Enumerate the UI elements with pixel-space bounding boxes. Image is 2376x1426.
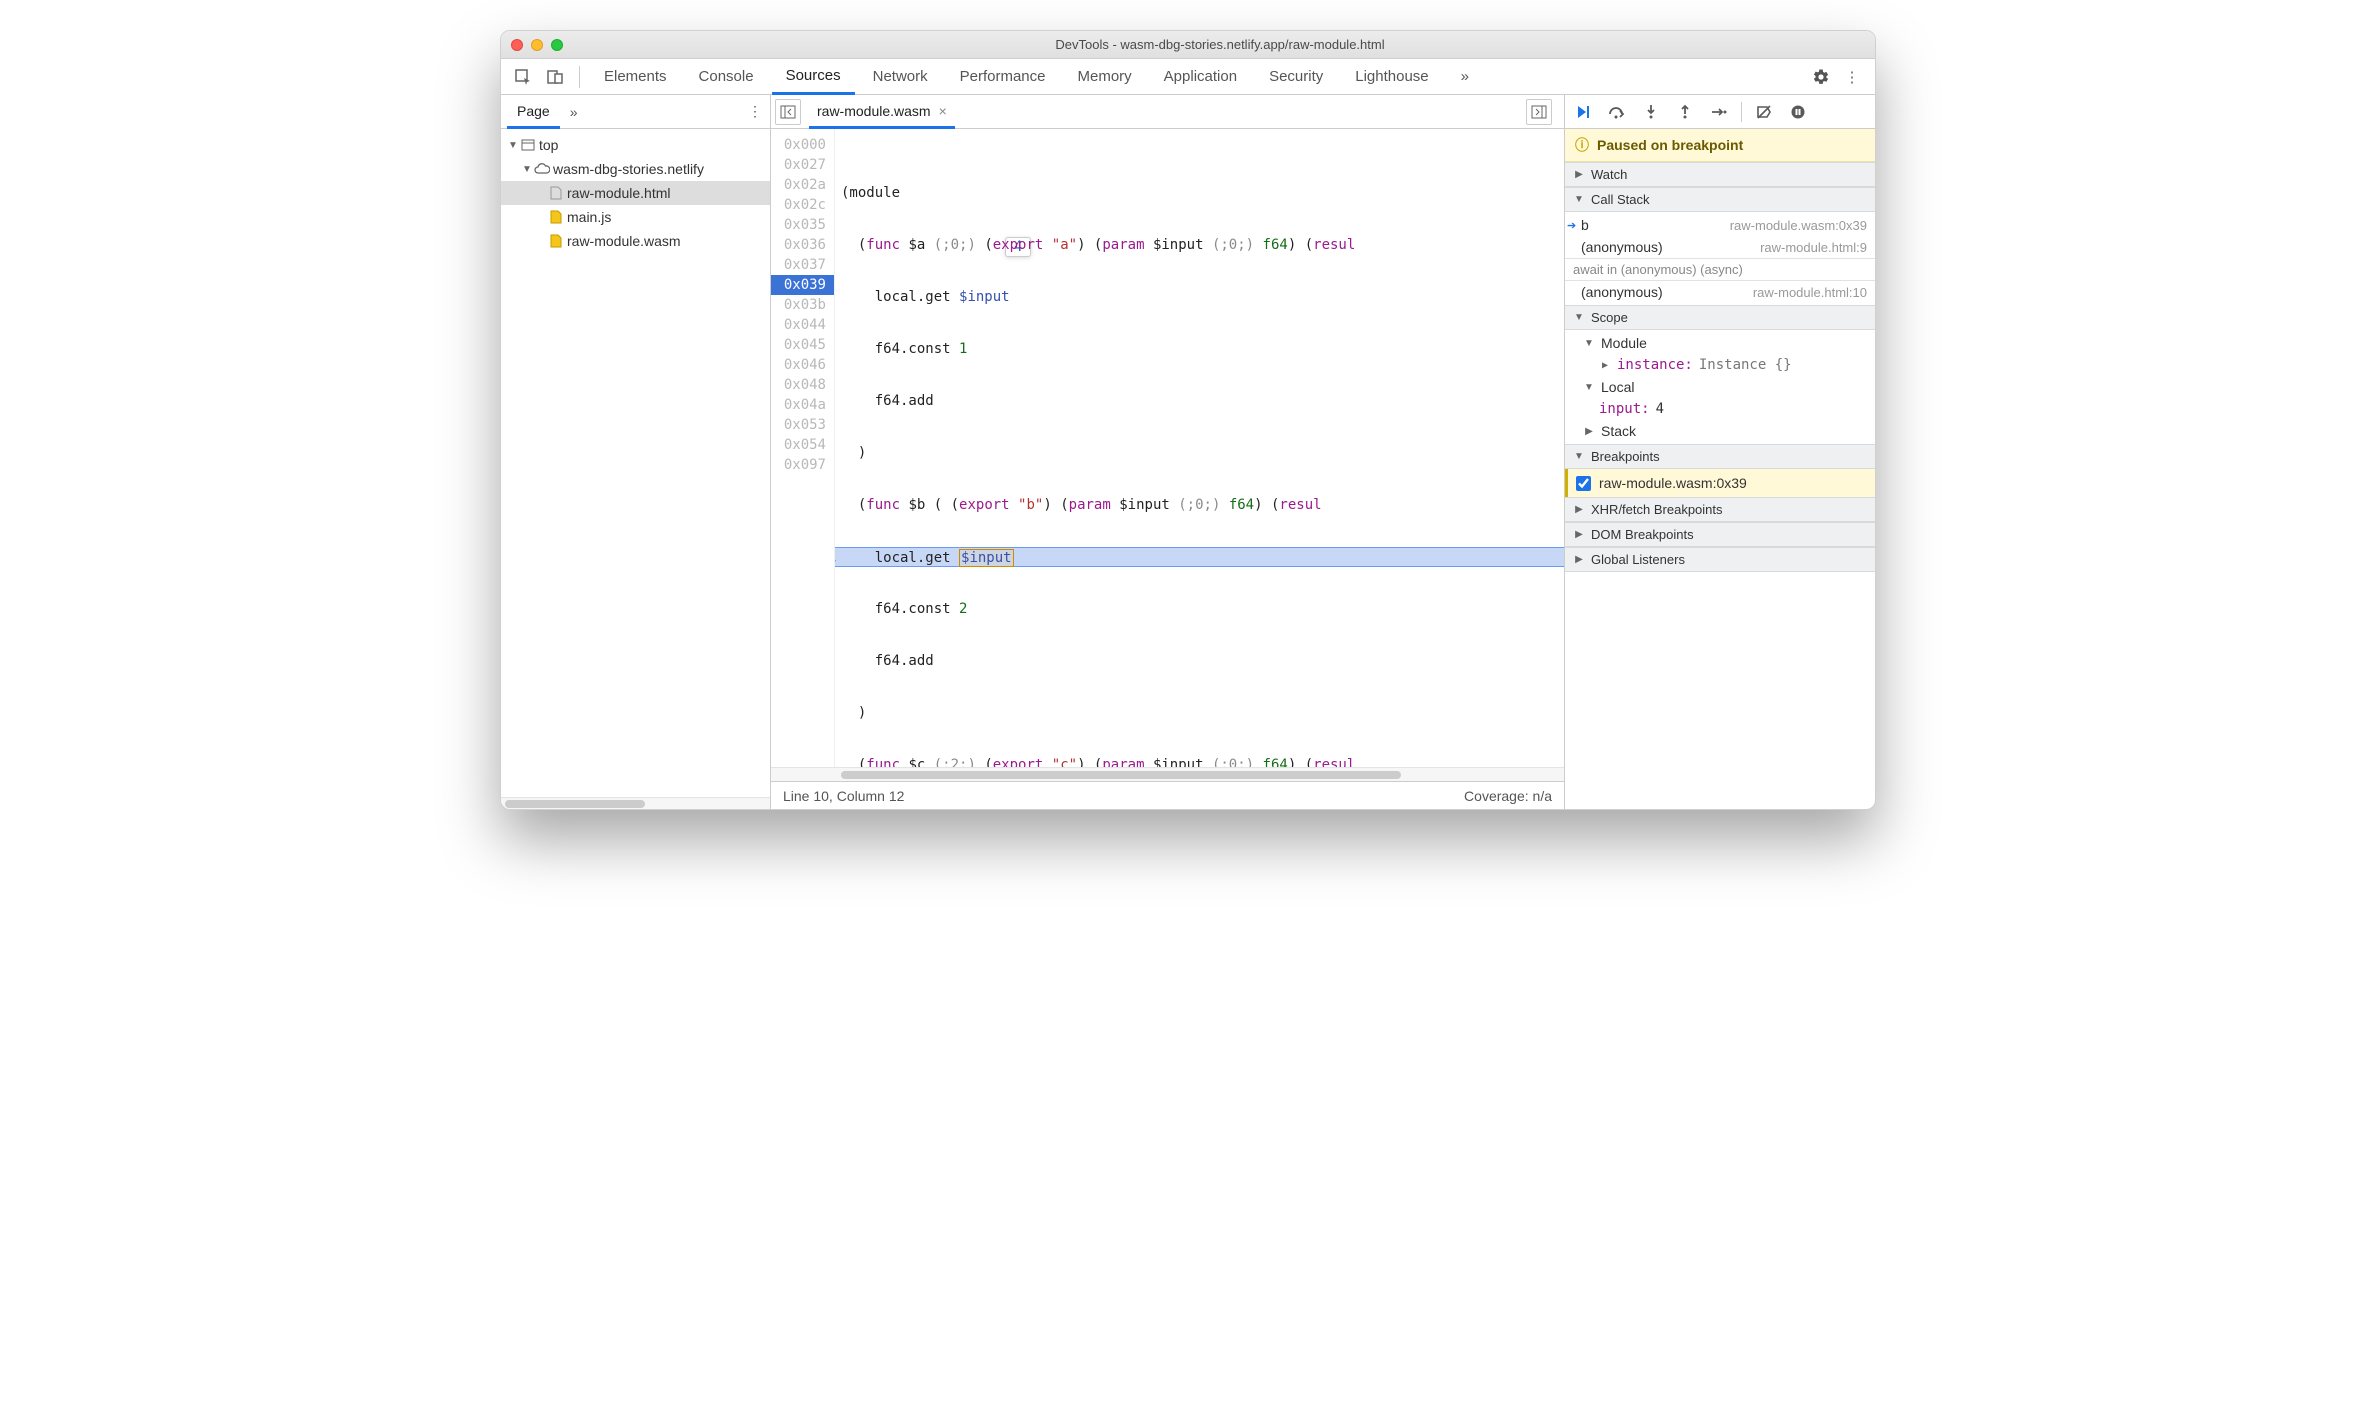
gutter[interactable]: 0x000 0x027 0x02a 0x02c 0x035 0x036 0x03… bbox=[771, 129, 835, 767]
panel-tabs: Elements Console Sources Network Perform… bbox=[501, 59, 1875, 95]
scope-section-header[interactable]: ▼Scope bbox=[1565, 305, 1875, 330]
debugger-panel: ⓘ Paused on breakpoint ▶Watch ▼Call Stac… bbox=[1565, 95, 1875, 809]
settings-gear-icon[interactable] bbox=[1807, 63, 1835, 91]
breakpoints-section-header[interactable]: ▼Breakpoints bbox=[1565, 444, 1875, 469]
devtools-window: DevTools - wasm-dbg-stories.netlify.app/… bbox=[500, 30, 1876, 810]
scope-instance[interactable]: ▶instance: Instance {} bbox=[1565, 354, 1875, 376]
minimize-window-button[interactable] bbox=[531, 39, 543, 51]
window-icon bbox=[519, 139, 537, 151]
code-editor[interactable]: 0x000 0x027 0x02a 0x02c 0x035 0x036 0x03… bbox=[771, 129, 1564, 767]
tree-file-raw-module-wasm[interactable]: raw-module.wasm bbox=[501, 229, 770, 253]
tab-memory[interactable]: Memory bbox=[1064, 59, 1146, 95]
tab-application[interactable]: Application bbox=[1150, 59, 1251, 95]
breakpoint-item[interactable]: raw-module.wasm:0x39 bbox=[1565, 469, 1875, 497]
wasm-file-icon bbox=[547, 234, 565, 248]
callstack-section-header[interactable]: ▼Call Stack bbox=[1565, 187, 1875, 212]
coverage-status: Coverage: n/a bbox=[1464, 788, 1552, 804]
titlebar: DevTools - wasm-dbg-stories.netlify.app/… bbox=[501, 31, 1875, 59]
step-button[interactable] bbox=[1707, 100, 1731, 124]
callstack-frame[interactable]: (anonymous) raw-module.html:9 bbox=[1565, 236, 1875, 258]
paused-banner: ⓘ Paused on breakpoint bbox=[1565, 129, 1875, 162]
scope-local[interactable]: ▼Local bbox=[1565, 376, 1875, 398]
navigator-sidebar: Page » ⋮ ▼ top ▼ wasm-dbg-stories.netlif… bbox=[501, 95, 771, 809]
tab-elements[interactable]: Elements bbox=[590, 59, 681, 95]
tree-node-domain[interactable]: ▼ wasm-dbg-stories.netlify bbox=[501, 157, 770, 181]
maximize-window-button[interactable] bbox=[551, 39, 563, 51]
tab-performance[interactable]: Performance bbox=[946, 59, 1060, 95]
navigator-more-icon[interactable]: ⋮ bbox=[748, 103, 764, 120]
cloud-icon bbox=[533, 163, 551, 175]
inspect-element-icon[interactable] bbox=[509, 63, 537, 91]
tab-network[interactable]: Network bbox=[859, 59, 942, 95]
editor-status-bar: Line 10, Column 12 Coverage: n/a bbox=[771, 781, 1564, 809]
tree-file-raw-module-html[interactable]: raw-module.html bbox=[501, 181, 770, 205]
editor-panel: raw-module.wasm × 0x000 0x027 0x02a 0x02… bbox=[771, 95, 1565, 809]
close-window-button[interactable] bbox=[511, 39, 523, 51]
step-into-button[interactable] bbox=[1639, 100, 1663, 124]
tree-file-main-js[interactable]: main.js bbox=[501, 205, 770, 229]
js-file-icon bbox=[547, 210, 565, 224]
dom-breakpoints-header[interactable]: ▶DOM Breakpoints bbox=[1565, 522, 1875, 547]
pause-on-exceptions-button[interactable] bbox=[1786, 100, 1810, 124]
close-tab-icon[interactable]: × bbox=[939, 103, 947, 119]
deactivate-breakpoints-button[interactable] bbox=[1752, 100, 1776, 124]
editor-tab-file[interactable]: raw-module.wasm × bbox=[809, 95, 955, 129]
callstack-async-divider: await in (anonymous) (async) bbox=[1565, 258, 1875, 281]
show-navigator-icon[interactable] bbox=[775, 99, 801, 125]
navigator-tabs: Page » ⋮ bbox=[501, 95, 770, 129]
scope-body: ▼Module ▶instance: Instance {} ▼Local in… bbox=[1565, 330, 1875, 444]
traffic-lights bbox=[511, 39, 563, 51]
scope-stack[interactable]: ▶Stack bbox=[1565, 420, 1875, 442]
debugger-toolbar bbox=[1565, 95, 1875, 129]
execution-arrow-icon: ▶ bbox=[835, 550, 836, 570]
file-tree: ▼ top ▼ wasm-dbg-stories.netlify raw-mod… bbox=[501, 129, 770, 797]
tab-security[interactable]: Security bbox=[1255, 59, 1337, 95]
editor-tabs: raw-module.wasm × bbox=[771, 95, 1564, 129]
sidebar-scrollbar[interactable] bbox=[501, 797, 770, 809]
window-title: DevTools - wasm-dbg-stories.netlify.app/… bbox=[575, 37, 1865, 52]
device-toolbar-icon[interactable] bbox=[541, 63, 569, 91]
editor-scrollbar[interactable] bbox=[771, 767, 1564, 781]
callstack-body: b raw-module.wasm:0x39 (anonymous) raw-m… bbox=[1565, 212, 1875, 305]
tab-console[interactable]: Console bbox=[685, 59, 768, 95]
scope-input[interactable]: input: 4 bbox=[1565, 398, 1875, 420]
current-execution-line: ▶ local.get $input bbox=[835, 547, 1564, 567]
global-listeners-header[interactable]: ▶Global Listeners bbox=[1565, 547, 1875, 572]
resume-button[interactable] bbox=[1571, 100, 1595, 124]
navigator-tab-page[interactable]: Page bbox=[507, 95, 560, 129]
tree-node-top[interactable]: ▼ top bbox=[501, 133, 770, 157]
tab-sources[interactable]: Sources bbox=[772, 59, 855, 95]
show-debugger-icon[interactable] bbox=[1526, 99, 1552, 125]
callstack-frame[interactable]: b raw-module.wasm:0x39 bbox=[1565, 214, 1875, 236]
step-over-button[interactable] bbox=[1605, 100, 1629, 124]
code-content[interactable]: 4 (module (func $a (;0;) (export "a") (p… bbox=[835, 129, 1564, 767]
file-icon bbox=[547, 186, 565, 200]
tabs-overflow[interactable]: » bbox=[1447, 59, 1483, 95]
info-icon: ⓘ bbox=[1575, 135, 1589, 155]
xhr-breakpoints-header[interactable]: ▶XHR/fetch Breakpoints bbox=[1565, 497, 1875, 522]
breakpoint-checkbox[interactable] bbox=[1576, 476, 1591, 491]
more-menu-icon[interactable]: ⋮ bbox=[1839, 63, 1867, 91]
callstack-frame[interactable]: (anonymous) raw-module.html:10 bbox=[1565, 281, 1875, 303]
tab-lighthouse[interactable]: Lighthouse bbox=[1341, 59, 1442, 95]
step-out-button[interactable] bbox=[1673, 100, 1697, 124]
navigator-tabs-overflow[interactable]: » bbox=[560, 95, 588, 129]
watch-section-header[interactable]: ▶Watch bbox=[1565, 162, 1875, 187]
scope-module[interactable]: ▼Module bbox=[1565, 332, 1875, 354]
cursor-position: Line 10, Column 12 bbox=[783, 788, 904, 804]
